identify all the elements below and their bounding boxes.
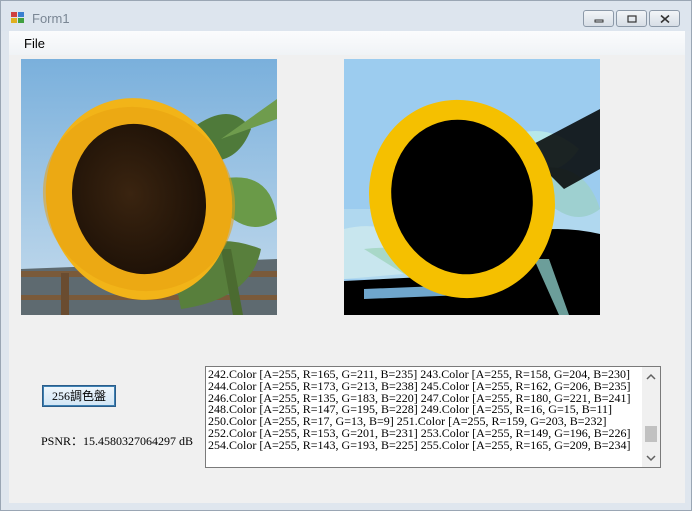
minimize-button[interactable]: [583, 10, 614, 27]
maximize-button[interactable]: [616, 10, 647, 27]
vertical-scrollbar[interactable]: [642, 367, 660, 467]
close-button[interactable]: [649, 10, 680, 27]
main-window: Form1 File 256調色盤 PSNR：15.4580327064297 …: [0, 0, 692, 511]
palette-256-button[interactable]: 256調色盤: [42, 385, 116, 407]
close-icon: [659, 14, 670, 23]
output-line: 254.Color [A=255, R=143, G=193, B=225] 2…: [208, 437, 631, 452]
window-title: Form1: [32, 11, 70, 26]
minimize-icon: [594, 19, 603, 22]
scrollbar-thumb[interactable]: [645, 425, 657, 442]
original-image: [21, 59, 277, 315]
psnr-label: PSNR：15.4580327064297 dB: [41, 434, 194, 448]
app-icon: [11, 12, 25, 24]
menu-file[interactable]: File: [24, 36, 45, 51]
color-output-textbox[interactable]: 242.Color [A=255, R=165, G=211, B=235] 2…: [205, 366, 661, 468]
quantized-image: [344, 59, 600, 315]
scroll-up-icon[interactable]: [646, 372, 656, 382]
menu-bar: File: [9, 31, 685, 55]
scroll-down-icon[interactable]: [646, 453, 656, 463]
maximize-icon: [626, 14, 637, 23]
form-client-area: File 256調色盤 PSNR：15.4580327064297 dB 242…: [9, 31, 685, 503]
output-lines: 242.Color [A=255, R=165, G=211, B=235] 2…: [208, 369, 640, 465]
title-bar[interactable]: Form1: [1, 1, 691, 31]
